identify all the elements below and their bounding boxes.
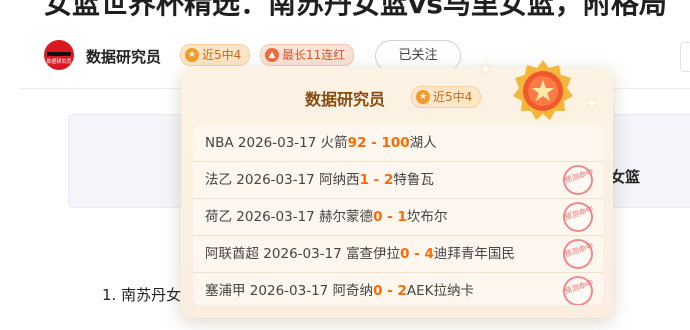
record-away-team: 坎布尔: [406, 209, 448, 225]
star-icon: ★: [185, 47, 199, 62]
recent-record-badge[interactable]: ★ 近5中4: [180, 44, 251, 66]
record-score-separator: -: [368, 172, 384, 188]
prediction-hit-stamp: 预测命中: [559, 235, 597, 273]
record-league: 法乙: [205, 172, 232, 188]
page-title: 女篮世界杯精选：南苏丹女篮vs马里女篮，附格局: [44, 0, 667, 20]
record-away-team: 湖人: [409, 135, 437, 151]
record-list: NBA 2026-03-17 火箭92 - 100湖人 法乙 2026-03-17…: [193, 125, 603, 305]
popup-recent-badge: ★ 近5中4: [411, 86, 482, 108]
record-score-away: 2: [383, 172, 394, 188]
record-date: 2026-03-17: [263, 246, 342, 262]
record-row[interactable]: 荷乙 2026-03-17 赫尔蒙德0 - 1坎布尔 预测命中: [193, 198, 603, 236]
record-away-team: 迪拜青年国民: [433, 246, 515, 262]
record-league: 荷乙: [205, 209, 232, 225]
prediction-hit-stamp: 预测命中: [559, 272, 597, 305]
record-score-away: 2: [397, 283, 407, 299]
record-score-separator: -: [382, 209, 398, 225]
record-away-team: 特鲁瓦: [393, 172, 434, 188]
record-home-team: 赫尔蒙德: [319, 209, 374, 225]
record-row[interactable]: 法乙 2026-03-17 阿纳西1 - 2特鲁瓦 预测命中: [193, 161, 603, 199]
list-item: 1. 南苏丹女: [102, 286, 182, 304]
prediction-hit-stamp: 预测命中: [559, 161, 597, 199]
popup-title: 数据研究员: [305, 90, 386, 109]
prediction-hit-stamp: 预测命中: [559, 198, 597, 236]
record-home-team: 阿奇纳: [332, 283, 374, 299]
record-date: 2026-03-17: [237, 135, 317, 151]
record-away-team: AEK拉纳卡: [406, 283, 475, 299]
avatar[interactable]: 数据研究员: [44, 40, 74, 70]
record-row[interactable]: NBA 2026-03-17 火箭92 - 100湖人: [193, 125, 603, 162]
record-row[interactable]: 阿联酋超 2026-03-17 富查伊拉0 - 4迪拜青年国民 预测命中: [193, 235, 603, 273]
side-action-button[interactable]: [680, 42, 690, 72]
record-score-home: 1: [359, 172, 369, 188]
record-home-team: 火箭: [320, 135, 348, 151]
streak-badge[interactable]: ▲ 最长11连红: [260, 44, 355, 66]
record-date: 2026-03-17: [236, 209, 315, 225]
avatar-strip: [47, 52, 71, 56]
record-date: 2026-03-17: [249, 283, 329, 299]
author-record-popup: ✦ ✦ 数据研究员 ★ 近5中4 NBA 2026-03-17 火箭92 - 10…: [181, 60, 613, 318]
record-score-separator: -: [409, 246, 425, 262]
streak-label: 最长11连红: [282, 48, 346, 62]
card-title-tail: 女篮: [610, 168, 641, 186]
star-icon: ★: [416, 89, 430, 104]
medal-icon: [513, 60, 573, 120]
sparkle-icon: ✦: [585, 94, 599, 113]
record-row[interactable]: 塞浦甲 2026-03-17 阿奇纳0 - 2AEK拉纳卡 预测命中: [193, 272, 603, 305]
record-home-team: 阿纳西: [319, 172, 360, 188]
record-league: 塞浦甲: [205, 283, 246, 299]
record-score-away: 100: [381, 135, 410, 151]
avatar-tag: 数据研究员: [46, 59, 72, 65]
record-score-separator: -: [382, 283, 398, 299]
flame-icon: ▲: [265, 47, 279, 62]
record-score-separator: -: [366, 135, 382, 151]
record-league: NBA: [205, 135, 234, 151]
record-score-home: 92: [347, 135, 367, 151]
author-name[interactable]: 数据研究员: [86, 46, 161, 67]
record-date: 2026-03-17: [236, 172, 315, 188]
popup-badge-label: 近5中4: [433, 90, 473, 104]
record-league: 阿联酋超: [205, 246, 259, 262]
record-score-away: 4: [424, 246, 434, 262]
record-home-team: 富查伊拉: [346, 246, 401, 262]
recent-record-label: 近5中4: [202, 48, 242, 62]
record-score-away: 1: [397, 209, 407, 225]
sparkle-icon: ✦: [479, 60, 493, 79]
